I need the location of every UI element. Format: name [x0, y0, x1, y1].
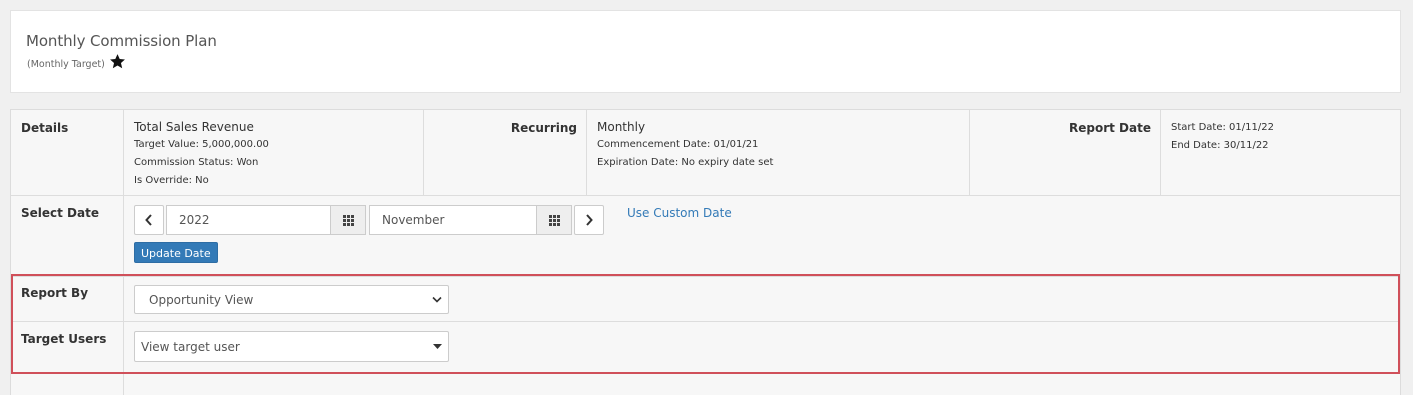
details-label: Details: [21, 121, 69, 135]
use-custom-date-link[interactable]: Use Custom Date: [627, 206, 732, 220]
report-by-label: Report By: [21, 286, 89, 300]
previous-year-button[interactable]: [134, 205, 164, 235]
month-value: November: [382, 213, 445, 227]
plan-header: Monthly Commission Plan (Monthly Target): [10, 10, 1401, 93]
report-by-value: Opportunity View: [149, 292, 254, 307]
report-date-label: Report Date: [1069, 121, 1151, 135]
target-users-select[interactable]: View target user: [134, 331, 449, 362]
target-users-placeholder: View target user: [141, 339, 240, 354]
end-date: End Date: 30/11/22: [1171, 140, 1269, 151]
select-date-label: Select Date: [21, 206, 99, 220]
commencement-date: Commencement Date: 01/01/21: [597, 139, 759, 150]
chevron-left-icon: [145, 214, 152, 226]
report-by-select[interactable]: Opportunity View: [134, 285, 449, 314]
start-date: Start Date: 01/11/22: [1171, 122, 1274, 133]
is-override: Is Override: No: [134, 175, 209, 186]
recurring-label: Recurring: [510, 121, 577, 135]
chevron-down-icon: [432, 296, 442, 303]
caret-down-icon: [433, 344, 442, 349]
year-field[interactable]: 2022: [166, 205, 366, 235]
page-title: Monthly Commission Plan: [26, 32, 217, 50]
star-icon[interactable]: [109, 53, 126, 70]
target-value: Target Value: 5,000,000.00: [134, 139, 269, 150]
grid-icon[interactable]: [536, 206, 571, 234]
month-field[interactable]: November: [369, 205, 572, 235]
year-value: 2022: [179, 213, 210, 227]
expiration-date: Expiration Date: No expiry date set: [597, 157, 774, 168]
target-name: Total Sales Revenue: [134, 120, 254, 134]
commission-status: Commission Status: Won: [134, 157, 259, 168]
target-users-label: Target Users: [21, 332, 107, 346]
chevron-right-icon: [586, 214, 593, 226]
page-subtitle: (Monthly Target): [27, 59, 105, 70]
update-date-button[interactable]: Update Date: [134, 242, 218, 263]
recurring-value: Monthly: [597, 120, 646, 134]
grid-icon[interactable]: [330, 206, 365, 234]
plan-details-panel: Details Total Sales Revenue Target Value…: [10, 109, 1401, 395]
next-month-button[interactable]: [574, 205, 604, 235]
